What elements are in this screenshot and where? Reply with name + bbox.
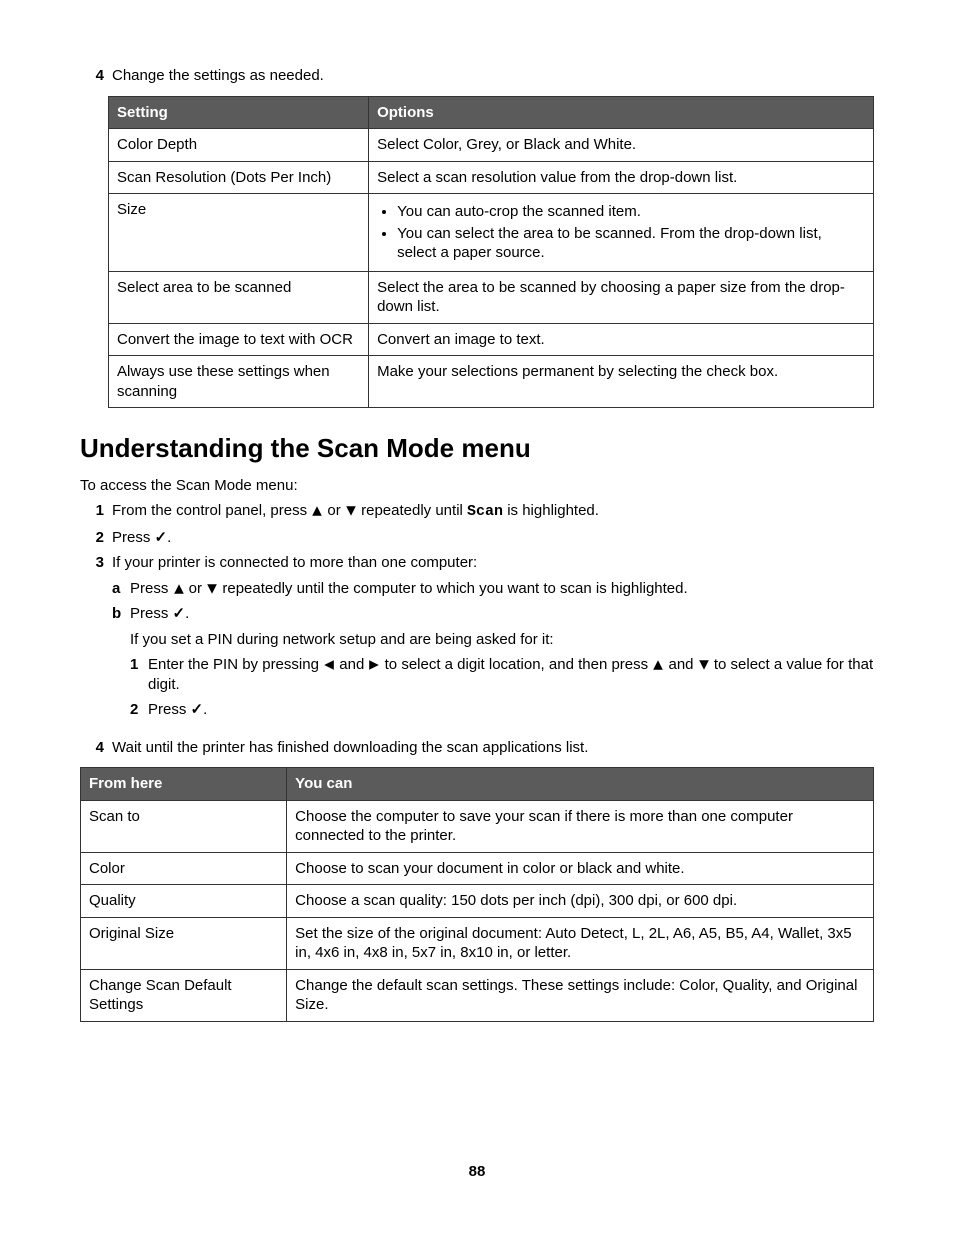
step-text: From the control panel, press or repeate… [112, 501, 874, 522]
cell: Quality [81, 885, 287, 918]
pin-step-text: Press ✓. [148, 700, 207, 720]
cell: Select Color, Grey, or Black and White. [369, 129, 874, 162]
step-text: Press ✓. [112, 528, 874, 548]
pin-step-1: 1 Enter the PIN by pressing and to selec… [130, 655, 874, 694]
table-row: Scan to Choose the computer to save your… [81, 800, 874, 852]
step-number: 2 [80, 528, 112, 548]
cell: Convert the image to text with OCR [109, 323, 369, 356]
up-triangle-icon [652, 659, 664, 671]
step-text: Wait until the printer has finished down… [112, 738, 874, 758]
table2-header-from: From here [81, 768, 287, 801]
table1-header-options: Options [369, 96, 874, 129]
substep-text: Press or repeatedly until the computer t… [130, 579, 688, 599]
step-number: 3 [80, 553, 112, 732]
cell: Choose a scan quality: 150 dots per inch… [287, 885, 874, 918]
check-icon: ✓ [173, 605, 186, 622]
table-row: Always use these settings when scanning … [109, 356, 874, 408]
cell: Choose to scan your document in color or… [287, 852, 874, 885]
bullet: You can auto-crop the scanned item. [397, 202, 865, 222]
up-triangle-icon [173, 583, 185, 595]
table2-header-youcan: You can [287, 768, 874, 801]
cell: Make your selections permanent by select… [369, 356, 874, 408]
settings-table: Setting Options Color Depth Select Color… [108, 96, 874, 409]
table-row: Select area to be scanned Select the are… [109, 271, 874, 323]
substep-letter: b [112, 604, 130, 726]
table-row: Color Choose to scan your document in co… [81, 852, 874, 885]
substep-text: Press ✓. If you set a PIN during network… [130, 604, 874, 726]
pin-step-2: 2 Press ✓. [130, 700, 874, 720]
cell: Select the area to be scanned by choosin… [369, 271, 874, 323]
cell: Select area to be scanned [109, 271, 369, 323]
substep-a: a Press or repeatedly until the computer… [112, 579, 874, 599]
cell: Scan to [81, 800, 287, 852]
cell: Set the size of the original document: A… [287, 917, 874, 969]
page-number: 88 [80, 1162, 874, 1182]
step-number: 4 [80, 66, 112, 86]
pin-step-number: 2 [130, 700, 148, 720]
step-text: If your printer is connected to more tha… [112, 553, 874, 732]
bullet: You can select the area to be scanned. F… [397, 224, 865, 263]
down-triangle-icon [698, 659, 710, 671]
scan-label: Scan [467, 503, 503, 520]
substep-letter: a [112, 579, 130, 599]
cell: Choose the computer to save your scan if… [287, 800, 874, 852]
cell: Change the default scan settings. These … [287, 969, 874, 1021]
down-triangle-icon [206, 583, 218, 595]
cell: Convert an image to text. [369, 323, 874, 356]
pin-intro: If you set a PIN during network setup an… [130, 630, 874, 650]
step-2: 2 Press ✓. [80, 528, 874, 548]
step-number: 1 [80, 501, 112, 522]
step-1: 1 From the control panel, press or repea… [80, 501, 874, 522]
table-row: Color Depth Select Color, Grey, or Black… [109, 129, 874, 162]
up-triangle-icon [311, 505, 323, 517]
right-triangle-icon [368, 659, 380, 671]
pin-step-text: Enter the PIN by pressing and to select … [148, 655, 874, 694]
table-row: Quality Choose a scan quality: 150 dots … [81, 885, 874, 918]
section-heading: Understanding the Scan Mode menu [80, 432, 874, 466]
check-icon: ✓ [155, 529, 168, 546]
step-3: 3 If your printer is connected to more t… [80, 553, 874, 732]
menu-table: From here You can Scan to Choose the com… [80, 767, 874, 1022]
cell: Original Size [81, 917, 287, 969]
check-icon: ✓ [191, 701, 204, 718]
left-triangle-icon [323, 659, 335, 671]
table-row: Original Size Set the size of the origin… [81, 917, 874, 969]
intro-text: To access the Scan Mode menu: [80, 476, 874, 496]
table1-header-setting: Setting [109, 96, 369, 129]
table-row: Convert the image to text with OCR Conve… [109, 323, 874, 356]
substep-b: b Press ✓. If you set a PIN during netwo… [112, 604, 874, 726]
table-row: Change Scan Default Settings Change the … [81, 969, 874, 1021]
down-triangle-icon [345, 505, 357, 517]
step-text: Change the settings as needed. [112, 66, 874, 86]
table-row: Scan Resolution (Dots Per Inch) Select a… [109, 161, 874, 194]
step-4-top: 4 Change the settings as needed. [80, 66, 874, 86]
cell: You can auto-crop the scanned item. You … [369, 194, 874, 272]
cell: Always use these settings when scanning [109, 356, 369, 408]
cell: Scan Resolution (Dots Per Inch) [109, 161, 369, 194]
cell: Color Depth [109, 129, 369, 162]
cell: Select a scan resolution value from the … [369, 161, 874, 194]
pin-step-number: 1 [130, 655, 148, 694]
cell: Color [81, 852, 287, 885]
table-row: Size You can auto-crop the scanned item.… [109, 194, 874, 272]
step-number: 4 [80, 738, 112, 758]
cell: Change Scan Default Settings [81, 969, 287, 1021]
step-4: 4 Wait until the printer has finished do… [80, 738, 874, 758]
cell: Size [109, 194, 369, 272]
